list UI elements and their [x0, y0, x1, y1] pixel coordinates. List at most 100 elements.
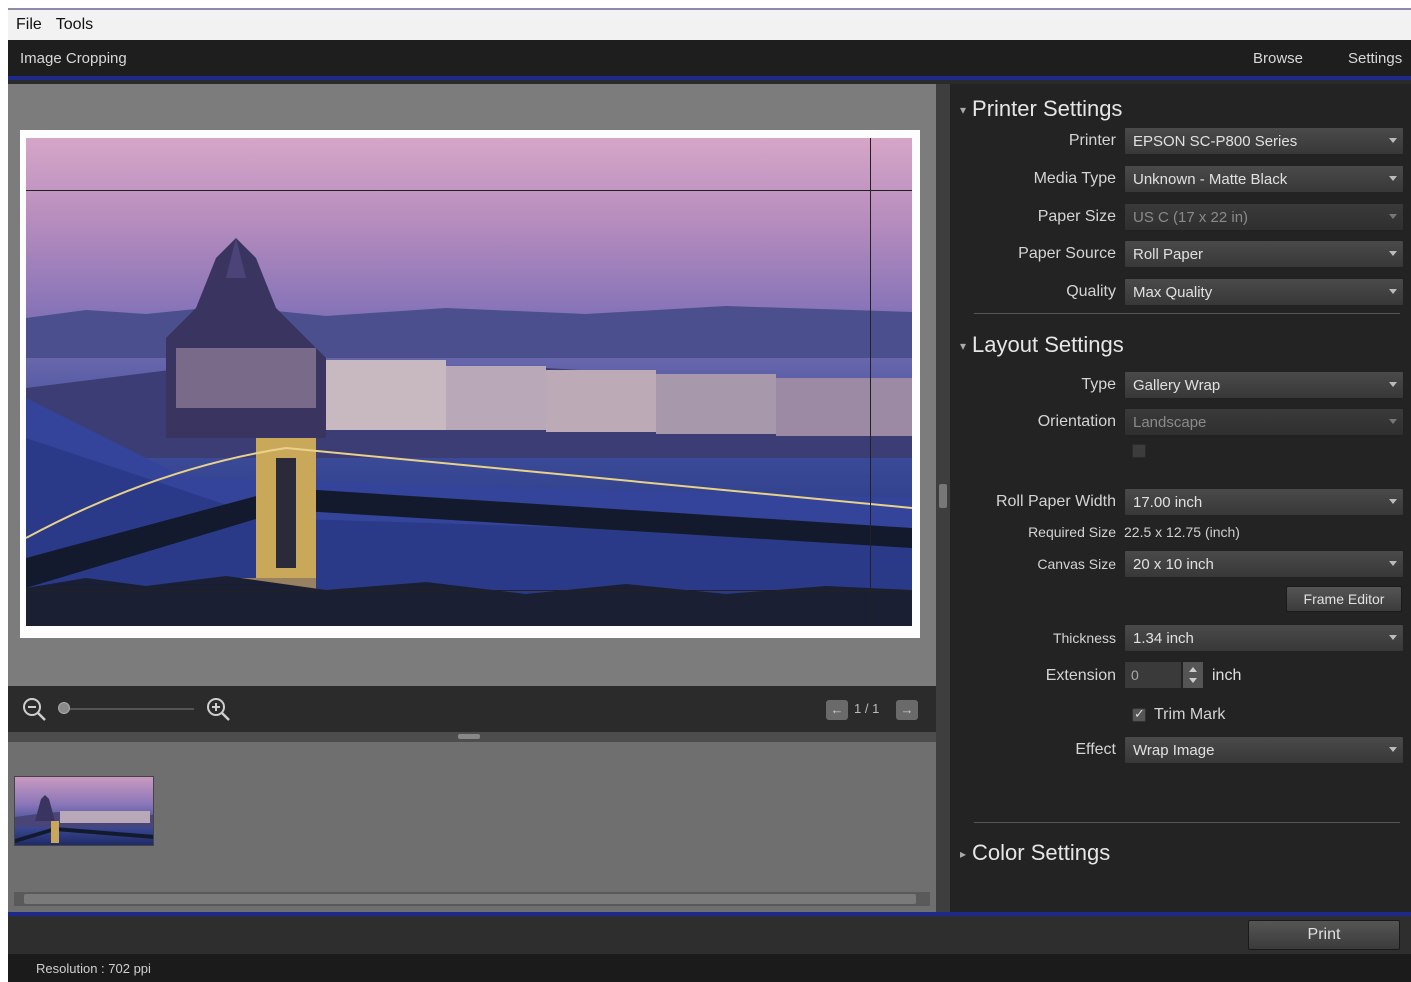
- paper-size-label: Paper Size: [1037, 208, 1116, 225]
- status-text: Resolution : 702 ppi: [36, 961, 151, 976]
- roll-width-value: 17.00 inch: [1133, 494, 1203, 511]
- prev-page-button[interactable]: ←: [826, 700, 848, 720]
- preview-area: [8, 84, 936, 686]
- zoom-out-icon[interactable]: [20, 695, 48, 723]
- dropdown-arrow-icon: [1389, 635, 1397, 640]
- scrollbar-thumb[interactable]: [24, 894, 916, 904]
- dropdown-arrow-icon: [1389, 382, 1397, 387]
- next-page-button[interactable]: →: [896, 700, 918, 720]
- quality-value: Max Quality: [1133, 284, 1213, 301]
- paper-size-value: US C (17 x 22 in): [1133, 209, 1249, 226]
- type-value: Gallery Wrap: [1133, 377, 1221, 394]
- dropdown-arrow-icon: [1389, 289, 1397, 294]
- stepper-up-icon[interactable]: [1189, 667, 1197, 672]
- menu-file[interactable]: File: [16, 16, 42, 34]
- dropdown-arrow-icon: [1389, 214, 1397, 219]
- crop-guide-right[interactable]: [870, 138, 871, 626]
- paper-source-dropdown[interactable]: Roll Paper: [1124, 240, 1404, 268]
- disabled-checkbox: [1132, 444, 1146, 458]
- thickness-value: 1.34 inch: [1133, 630, 1194, 647]
- layout-settings-title: Layout Settings: [972, 332, 1124, 357]
- extension-stepper[interactable]: [1182, 661, 1204, 689]
- cityscape-illustration: [26, 238, 912, 626]
- effect-value: Wrap Image: [1133, 742, 1215, 759]
- dropdown-arrow-icon: [1389, 138, 1397, 143]
- splitter-grip-icon[interactable]: [939, 484, 947, 508]
- dropdown-arrow-icon: [1389, 499, 1397, 504]
- settings-panel: ▾ Printer Settings Printer EPSON SC-P800 …: [950, 84, 1411, 912]
- footer-bar: Print: [8, 916, 1411, 954]
- vertical-splitter[interactable]: [936, 84, 950, 912]
- extension-input[interactable]: 0: [1124, 661, 1182, 689]
- required-size-value: 22.5 x 12.75 (inch): [1124, 524, 1240, 540]
- required-size-label: Required Size: [1028, 524, 1116, 540]
- orientation-label: Orientation: [1037, 413, 1116, 430]
- splitter-grip-icon[interactable]: [458, 734, 480, 739]
- media-type-value: Unknown - Matte Black: [1133, 171, 1288, 188]
- effect-dropdown[interactable]: Wrap Image: [1124, 736, 1404, 764]
- status-bar: Resolution : 702 ppi: [8, 954, 1411, 982]
- media-type-dropdown[interactable]: Unknown - Matte Black: [1124, 165, 1404, 193]
- canvas-size-label: Canvas Size: [1037, 556, 1116, 572]
- caret-icon: ▸: [960, 847, 967, 862]
- effect-label: Effect: [1075, 741, 1116, 758]
- caret-icon: ▾: [960, 339, 967, 354]
- print-button[interactable]: Print: [1248, 920, 1400, 950]
- page-indicator: 1 / 1: [854, 701, 880, 716]
- dropdown-arrow-icon: [1389, 747, 1397, 752]
- roll-width-label: Roll Paper Width: [995, 493, 1116, 510]
- crop-guide-top[interactable]: [26, 190, 912, 191]
- printer-dropdown[interactable]: EPSON SC-P800 Series: [1124, 127, 1404, 155]
- app-window: File Tools Image Cropping Browse Setting…: [8, 8, 1411, 982]
- printer-label: Printer: [1068, 132, 1116, 149]
- trim-mark-label[interactable]: Trim Mark: [1154, 706, 1225, 724]
- canvas-size-value: 20 x 10 inch: [1133, 556, 1214, 573]
- dropdown-arrow-icon: [1389, 251, 1397, 256]
- menubar: File Tools: [8, 8, 1411, 40]
- printer-settings-title: Printer Settings: [972, 96, 1123, 121]
- page-title: Image Cropping: [20, 50, 127, 67]
- dropdown-arrow-icon: [1389, 176, 1397, 181]
- zoom-in-icon[interactable]: [204, 695, 232, 723]
- dropdown-arrow-icon: [1389, 561, 1397, 566]
- color-settings-title: Color Settings: [972, 840, 1111, 865]
- frame-editor-button[interactable]: Frame Editor: [1286, 586, 1402, 612]
- type-label: Type: [1081, 376, 1116, 393]
- zoom-slider-thumb[interactable]: [58, 702, 70, 714]
- dropdown-arrow-icon: [1389, 419, 1397, 424]
- printer-value: EPSON SC-P800 Series: [1133, 133, 1298, 150]
- crop-guide-bottom[interactable]: [26, 590, 912, 591]
- thickness-label: Thickness: [1052, 630, 1116, 646]
- thumbnail-image[interactable]: [14, 776, 154, 846]
- quality-dropdown[interactable]: Max Quality: [1124, 278, 1404, 306]
- caret-icon: ▾: [960, 103, 967, 118]
- preview-image: [26, 138, 912, 626]
- roll-width-dropdown[interactable]: 17.00 inch: [1124, 488, 1404, 516]
- thumbnail-scrollbar[interactable]: [14, 892, 930, 906]
- color-settings-header[interactable]: ▸ Color Settings: [960, 840, 1110, 866]
- zoom-toolbar: ← 1 / 1 →: [8, 686, 936, 732]
- settings-link[interactable]: Settings: [1348, 50, 1402, 67]
- section-divider: [974, 313, 1400, 314]
- orientation-value: Landscape: [1133, 414, 1207, 431]
- type-dropdown[interactable]: Gallery Wrap: [1124, 371, 1404, 399]
- quality-label: Quality: [1066, 283, 1116, 300]
- thickness-dropdown[interactable]: 1.34 inch: [1124, 624, 1404, 652]
- thumbnail-illustration: [15, 795, 153, 843]
- canvas-size-dropdown[interactable]: 20 x 10 inch: [1124, 550, 1404, 578]
- printer-settings-header[interactable]: ▾ Printer Settings: [960, 96, 1122, 122]
- horizontal-splitter[interactable]: [8, 732, 936, 742]
- paper-size-dropdown: US C (17 x 22 in): [1124, 203, 1404, 231]
- paper-source-value: Roll Paper: [1133, 246, 1204, 263]
- trim-mark-checkbox[interactable]: [1132, 706, 1146, 722]
- header-bar: Image Cropping Browse Settings: [8, 40, 1411, 80]
- browse-link[interactable]: Browse: [1253, 50, 1303, 67]
- section-divider: [974, 822, 1400, 823]
- zoom-slider-track[interactable]: [60, 708, 194, 710]
- stepper-down-icon[interactable]: [1189, 678, 1197, 683]
- paper-source-label: Paper Source: [1018, 245, 1116, 262]
- thumbnail-strip: [8, 742, 936, 912]
- extension-unit: inch: [1212, 667, 1242, 684]
- menu-tools[interactable]: Tools: [56, 16, 93, 34]
- layout-settings-header[interactable]: ▾ Layout Settings: [960, 332, 1124, 358]
